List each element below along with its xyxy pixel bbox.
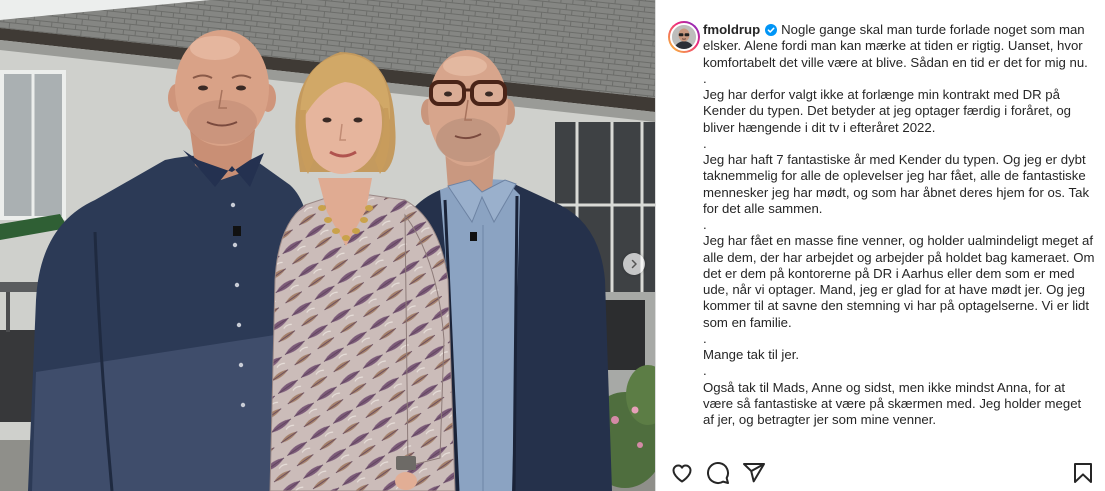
chevron-right-icon — [631, 259, 637, 269]
post-photo — [0, 0, 655, 491]
caption-text: Nogle gange skal man turde forlade noget… — [703, 22, 1088, 70]
caption-separator: . — [703, 217, 707, 232]
caption-paragraph: Jeg har fået en masse fine venner, og ho… — [703, 233, 1095, 330]
caption-paragraph: Jeg har derfor valgt ikke at forlænge mi… — [703, 87, 1072, 135]
username-link[interactable]: fmoldrup — [703, 22, 760, 37]
profile-avatar[interactable] — [668, 21, 700, 53]
caption-paragraph: Også tak til Mads, Anne og sidst, men ik… — [703, 379, 1082, 428]
share-button[interactable] — [741, 460, 767, 486]
caption-separator: . — [703, 135, 707, 151]
comment-icon — [707, 462, 729, 484]
action-bar — [656, 460, 1105, 486]
caption-separator: . — [703, 363, 707, 379]
save-button[interactable] — [1070, 460, 1096, 486]
caption: fmoldrup Nogle gange skal man turde forla… — [703, 22, 1095, 446]
caption-separator: . — [703, 70, 707, 86]
bookmark-icon — [1074, 463, 1092, 483]
caption-paragraph: Jeg har haft 7 fantastiske år med Kender… — [703, 152, 1090, 216]
avatar-image — [670, 23, 698, 51]
photo-illustration — [0, 0, 655, 491]
share-icon — [743, 463, 765, 483]
post-panel: fmoldrup Nogle gange skal man turde forla… — [655, 0, 1105, 491]
next-photo-button[interactable] — [623, 253, 645, 275]
heart-icon — [672, 464, 692, 483]
caption-separator: . — [703, 330, 707, 346]
caption-paragraph: Mange tak til jer. — [703, 347, 800, 362]
comment-button[interactable] — [705, 460, 731, 486]
verified-badge-icon — [765, 24, 778, 36]
caption-paragraph: fmoldrup Nogle gange skal man turde forla… — [703, 22, 1095, 71]
like-button[interactable] — [669, 460, 695, 486]
avatar-portrait — [672, 25, 696, 49]
